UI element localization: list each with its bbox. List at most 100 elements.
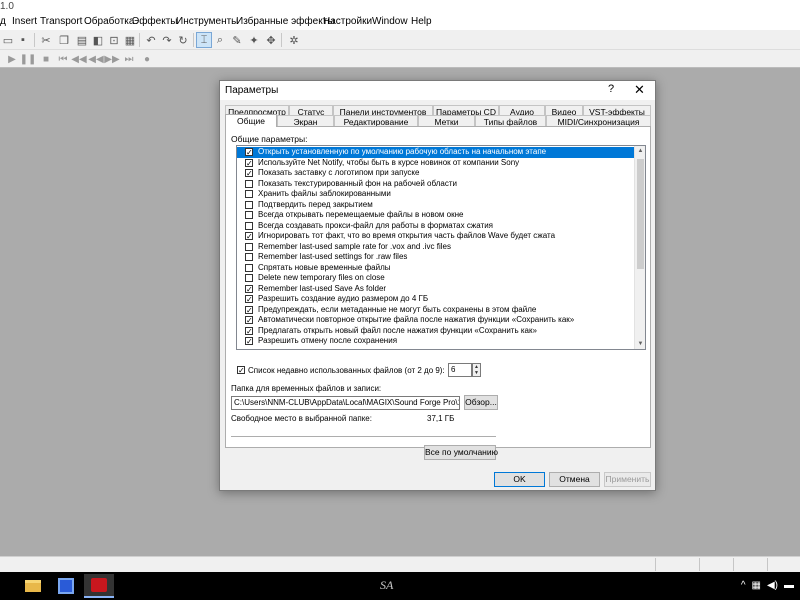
mix-icon[interactable]: ◧ bbox=[90, 32, 106, 48]
option-checkbox[interactable]: ✓ bbox=[245, 316, 253, 325]
option-checkbox[interactable]: ✓ bbox=[245, 158, 253, 167]
option-row[interactable]: ✓ Показать заставку с логотипом при запус… bbox=[237, 168, 634, 179]
cancel-button[interactable]: Отмена bbox=[549, 472, 600, 487]
magnify-tool-icon[interactable]: ⌕ bbox=[212, 32, 228, 48]
option-row[interactable]: Всегда создавать прокси-файл для работы … bbox=[237, 221, 634, 232]
taskbar-label: SA bbox=[380, 578, 394, 592]
option-checkbox[interactable]: ✓ bbox=[245, 337, 253, 346]
option-checkbox[interactable]: ✓ bbox=[245, 232, 253, 241]
volume-icon[interactable]: ◀) bbox=[767, 580, 778, 591]
envelope-tool-icon[interactable]: ✦ bbox=[246, 32, 262, 48]
option-checkbox[interactable]: ✓ bbox=[245, 305, 253, 314]
settings-icon[interactable]: ✲ bbox=[286, 32, 302, 48]
option-row[interactable]: Delete new temporary files on close bbox=[237, 273, 634, 284]
crop-icon[interactable]: ⊡ bbox=[106, 32, 122, 48]
temp-folder-path-field[interactable]: C:\Users\NNM-CLUB\AppData\Local\MAGIX\So… bbox=[231, 396, 460, 410]
menu-file[interactable]: д bbox=[0, 16, 6, 27]
menu-help[interactable]: Help bbox=[411, 16, 432, 27]
option-checkbox[interactable]: ✓ bbox=[245, 326, 253, 335]
menu-transport[interactable]: Transport bbox=[40, 16, 82, 27]
option-row[interactable]: ✓ Используйте Net Notify, чтобы быть в ку… bbox=[237, 158, 634, 169]
option-checkbox[interactable] bbox=[245, 253, 253, 261]
pause-icon[interactable]: ❚❚ bbox=[20, 51, 37, 67]
menu-window[interactable]: Window bbox=[372, 16, 408, 27]
recent-files-checkbox[interactable]: ✓ bbox=[237, 366, 245, 375]
go-to-start-icon[interactable]: ⏮ bbox=[55, 51, 71, 67]
option-row[interactable]: ✓ Разрешить отмену после сохранения bbox=[237, 336, 634, 347]
restore-defaults-button[interactable]: Все по умолчанию bbox=[424, 445, 498, 460]
ok-button[interactable]: OK bbox=[494, 472, 545, 487]
event-tool-icon[interactable]: ✥ bbox=[263, 32, 279, 48]
browse-button[interactable]: Обзор... bbox=[464, 395, 498, 410]
forward-icon[interactable]: ▶▶ bbox=[104, 51, 120, 67]
rewind-fast-icon[interactable]: ◀◀ bbox=[88, 51, 104, 67]
recent-files-spinner[interactable]: ▲ ▼ bbox=[472, 363, 481, 377]
scroll-up-icon[interactable]: ▲ bbox=[635, 146, 645, 156]
copy-icon[interactable]: ❐ bbox=[56, 32, 72, 48]
option-checkbox[interactable]: ✓ bbox=[245, 169, 253, 178]
record-icon[interactable]: ● bbox=[139, 51, 155, 67]
option-checkbox[interactable] bbox=[245, 274, 253, 282]
option-checkbox[interactable] bbox=[245, 221, 253, 230]
menu-tools[interactable]: Инструменты bbox=[176, 16, 238, 27]
paste-icon[interactable]: ▤ bbox=[74, 32, 90, 48]
toolbar-separator bbox=[281, 33, 282, 47]
option-row[interactable]: Подтвердить перед закрытием bbox=[237, 200, 634, 211]
stop-icon[interactable]: ■ bbox=[38, 51, 54, 67]
recent-files-count-field[interactable]: 6 bbox=[448, 363, 472, 377]
option-row[interactable]: Хранить файлы заблокированными bbox=[237, 189, 634, 200]
option-row[interactable]: Remember last-used settings for .raw fil… bbox=[237, 252, 634, 263]
option-row[interactable]: Показать текстурированный фон на рабочей… bbox=[237, 179, 634, 190]
status-cell bbox=[733, 558, 767, 571]
close-icon[interactable]: ✕ bbox=[634, 82, 645, 98]
scroll-thumb[interactable] bbox=[637, 159, 644, 269]
edit-tool-icon[interactable]: ⌶ bbox=[196, 32, 212, 48]
option-row[interactable]: Всегда открывать перемещаемые файлы в но… bbox=[237, 210, 634, 221]
cut-icon[interactable]: ✂ bbox=[38, 32, 54, 48]
repeat-icon[interactable]: ↻ bbox=[175, 32, 191, 48]
tab-general[interactable]: Общие bbox=[225, 114, 277, 127]
option-checkbox[interactable]: ✓ bbox=[245, 295, 253, 304]
option-checkbox[interactable] bbox=[245, 242, 253, 251]
option-row[interactable]: ✓ Открыть установленную по умолчанию рабо… bbox=[237, 147, 634, 158]
menu-insert[interactable]: Insert bbox=[12, 16, 37, 27]
save-icon[interactable]: ▪ bbox=[15, 32, 31, 48]
option-checkbox[interactable]: ✓ bbox=[245, 148, 253, 157]
sound-forge-app-icon[interactable] bbox=[84, 574, 114, 598]
option-row[interactable]: ✓ Предлагать открыть новый файл после наж… bbox=[237, 326, 634, 337]
pencil-tool-icon[interactable]: ✎ bbox=[229, 32, 245, 48]
apply-button[interactable]: Применить bbox=[604, 472, 651, 487]
scroll-down-icon[interactable]: ▼ bbox=[635, 339, 645, 349]
menu-processing[interactable]: Обработка bbox=[84, 16, 134, 27]
language-icon[interactable]: ▬ bbox=[784, 580, 794, 591]
tray-chevron-icon[interactable]: ^ bbox=[741, 580, 746, 591]
open-icon[interactable]: ▭ bbox=[0, 32, 16, 48]
menu-favorite-effects[interactable]: Избранные эффекты bbox=[236, 16, 334, 27]
trim-icon[interactable]: ▦ bbox=[122, 32, 138, 48]
option-row[interactable]: ✓ Автоматически повторное открытие файла … bbox=[237, 315, 634, 326]
menu-effects[interactable]: Эффекты bbox=[132, 16, 177, 27]
options-scrollbar[interactable]: ▲ ▼ bbox=[634, 146, 645, 349]
play-icon[interactable]: ▶ bbox=[4, 51, 20, 67]
menu-settings[interactable]: Настройки bbox=[323, 16, 372, 27]
go-to-end-icon[interactable]: ⏭ bbox=[121, 51, 137, 67]
network-icon[interactable]: ▦ bbox=[752, 580, 761, 591]
option-checkbox[interactable] bbox=[245, 190, 253, 198]
rewind-icon[interactable]: ◀◀ bbox=[71, 51, 87, 67]
undo-icon[interactable]: ↶ bbox=[143, 32, 159, 48]
file-explorer-icon[interactable] bbox=[18, 574, 48, 598]
option-checkbox[interactable] bbox=[245, 211, 253, 219]
help-icon[interactable]: ? bbox=[608, 83, 614, 95]
option-checkbox[interactable] bbox=[245, 263, 253, 272]
option-row[interactable]: Спрятать новые временные файлы bbox=[237, 263, 634, 274]
option-row[interactable]: ✓ Разрешить создание аудио размером до 4 … bbox=[237, 294, 634, 305]
option-row[interactable]: Remember last-used sample rate for .vox … bbox=[237, 242, 634, 253]
floppy-save-icon[interactable] bbox=[51, 574, 81, 598]
option-row[interactable]: ✓ Предупреждать, если метаданные не могут… bbox=[237, 305, 634, 316]
option-checkbox[interactable]: ✓ bbox=[245, 284, 253, 293]
option-row[interactable]: ✓ Remember last-used Save As folder bbox=[237, 284, 634, 295]
option-checkbox[interactable] bbox=[245, 200, 253, 209]
option-checkbox[interactable] bbox=[245, 179, 253, 188]
redo-icon[interactable]: ↷ bbox=[159, 32, 175, 48]
option-row[interactable]: ✓ Игнорировать тот факт, что во время отк… bbox=[237, 231, 634, 242]
